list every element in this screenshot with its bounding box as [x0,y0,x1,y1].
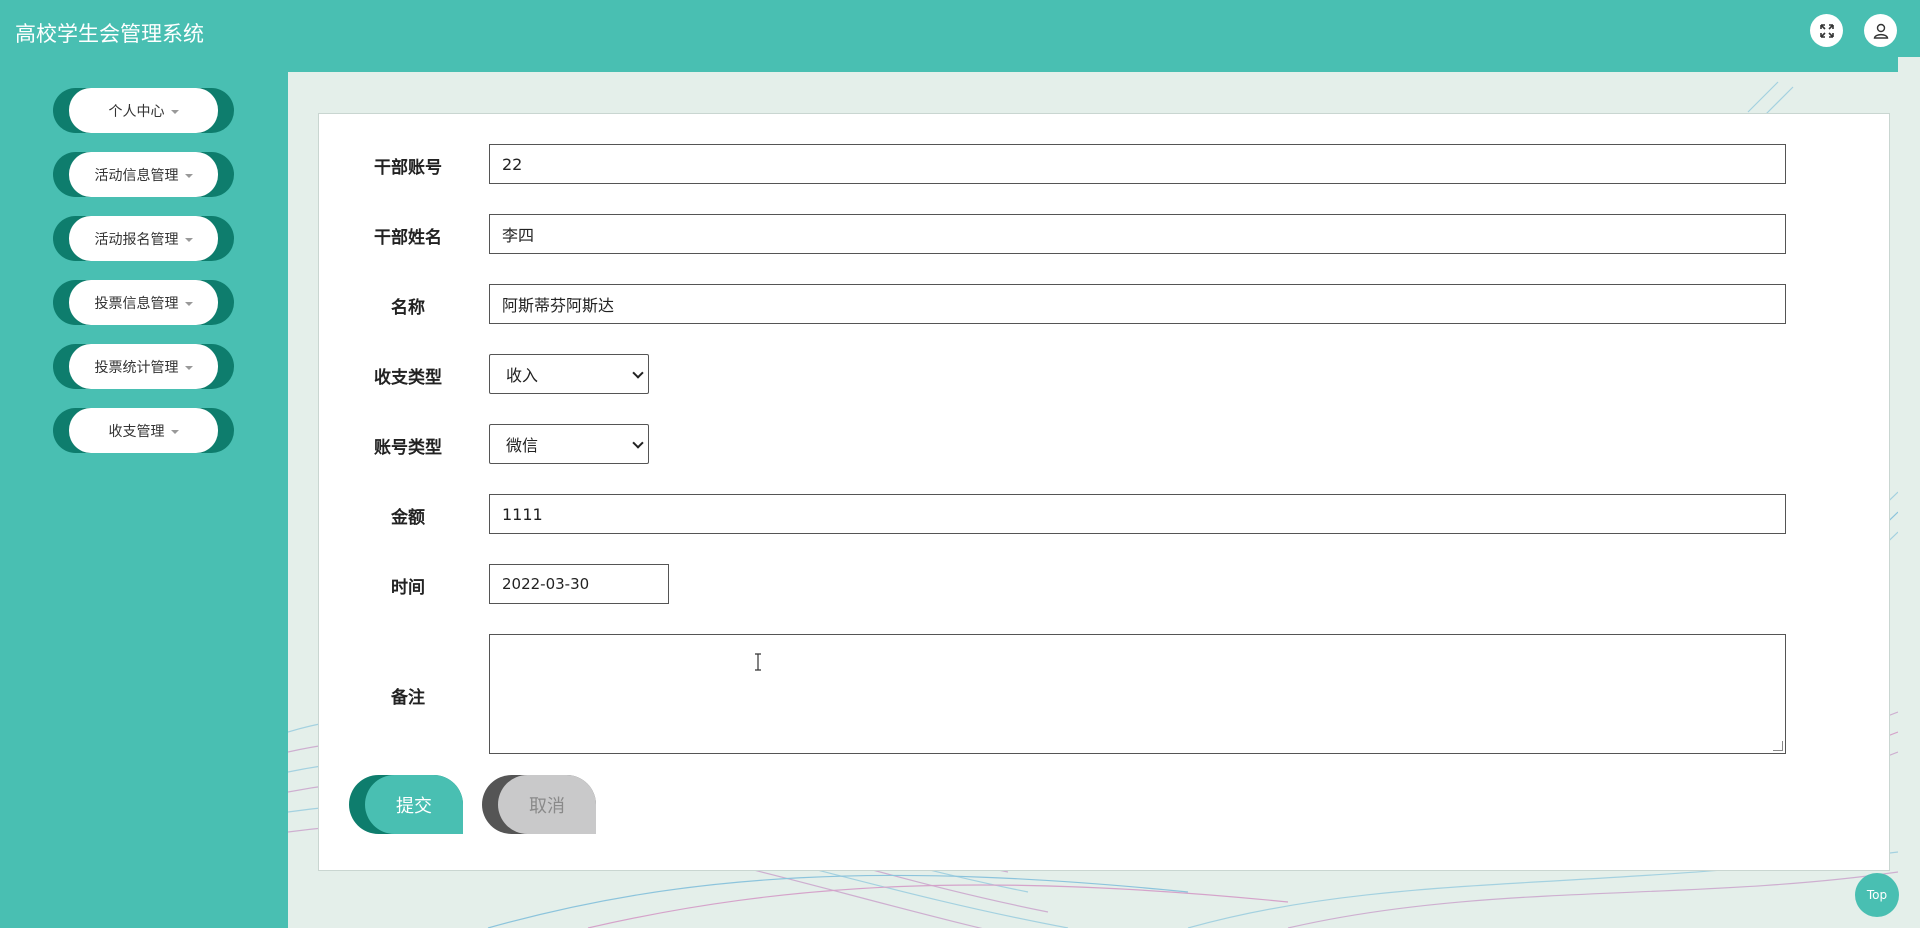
remark-textarea[interactable] [489,634,1786,754]
account-type-select[interactable]: 微信 [489,424,649,464]
expand-icon[interactable] [1810,14,1843,47]
caret-down-icon [184,237,193,242]
submit-button[interactable]: 提交 [349,775,463,834]
sidebar-item-label: 投票信息管理 [94,295,179,312]
time-label: 时间 [391,578,425,598]
cadre-name-input[interactable]: 李四 [489,214,1786,254]
cadre-account-label: 干部账号 [374,158,442,178]
sidebar-item-vote-stats[interactable]: 投票统计管理 [53,344,234,389]
sidebar-item-label: 投票统计管理 [94,359,179,376]
app-title: 高校学生会管理系统 [15,22,204,46]
account-type-value: 微信 [506,436,539,455]
name-label: 名称 [391,298,425,318]
cadre-name-label: 干部姓名 [374,228,442,248]
caret-down-icon [170,429,179,434]
income-type-value: 收入 [506,366,539,385]
sidebar: 个人中心 活动信息管理 活动报名管理 投票信息管理 投票统计管理 收支管理 [0,72,288,928]
user-icon[interactable] [1864,14,1897,47]
account-type-label: 账号类型 [374,438,442,458]
remark-label: 备注 [391,688,425,708]
sidebar-item-personal-center[interactable]: 个人中心 [53,88,234,133]
top-bar: 高校学生会管理系统 [0,0,1920,72]
scrollbar[interactable] [1898,57,1920,928]
sidebar-item-finance[interactable]: 收支管理 [53,408,234,453]
income-type-select[interactable]: 收入 [489,354,649,394]
sidebar-item-label: 活动信息管理 [94,167,179,184]
sidebar-item-vote-info[interactable]: 投票信息管理 [53,280,234,325]
income-type-label: 收支类型 [374,368,442,388]
caret-down-icon [184,301,193,306]
time-date-input[interactable]: 2022-03-30 [489,564,669,604]
cancel-button-label: 取消 [498,775,596,834]
name-input[interactable]: 阿斯蒂芬阿斯达 [489,284,1786,324]
chevron-down-icon [632,437,644,449]
sidebar-item-label: 个人中心 [108,103,165,120]
sidebar-item-activity-signup[interactable]: 活动报名管理 [53,216,234,261]
amount-label: 金额 [391,508,425,528]
amount-input[interactable]: 1111 [489,494,1786,534]
cadre-account-input[interactable]: 22 [489,144,1786,184]
submit-button-label: 提交 [365,775,463,834]
chevron-down-icon [632,367,644,379]
caret-down-icon [170,109,179,114]
cancel-button[interactable]: 取消 [482,775,596,834]
text-cursor-icon [755,653,761,671]
sidebar-item-label: 收支管理 [108,423,165,440]
sidebar-item-activity-info[interactable]: 活动信息管理 [53,152,234,197]
back-to-top-button[interactable]: Top [1855,873,1899,917]
caret-down-icon [184,173,193,178]
sidebar-item-label: 活动报名管理 [94,231,179,248]
resize-handle-icon[interactable] [1773,741,1783,751]
caret-down-icon [184,365,193,370]
